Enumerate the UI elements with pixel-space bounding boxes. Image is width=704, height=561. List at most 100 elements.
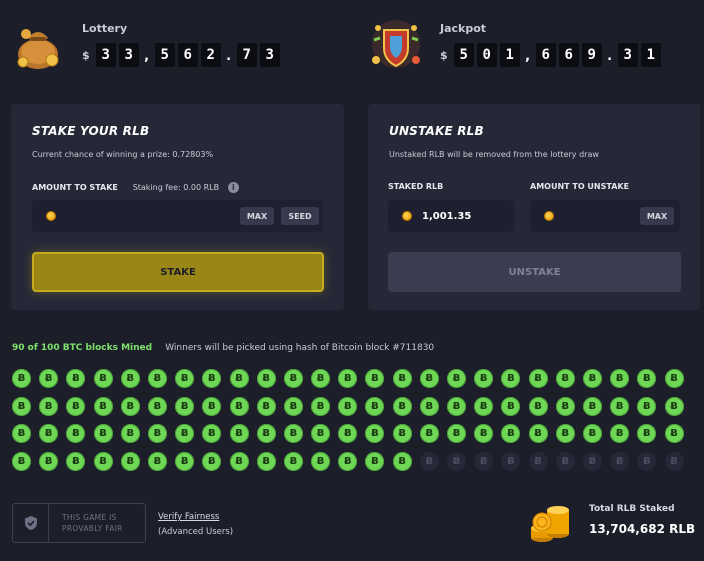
lottery-counter: Lottery $ 33,562.73 — [10, 16, 283, 72]
unstake-max-button[interactable]: MAX — [640, 207, 674, 225]
mined-block-icon: Ƀ — [283, 369, 303, 388]
mined-block-icon: Ƀ — [474, 424, 494, 443]
mined-block-icon: Ƀ — [39, 396, 59, 416]
verify-fairness-link[interactable]: Verify Fairness — [158, 510, 233, 525]
mined-block-icon: Ƀ — [256, 369, 276, 388]
mined-block-icon: Ƀ — [229, 369, 249, 388]
counter-digit: 5 — [154, 43, 175, 67]
mined-block-icon: Ƀ — [610, 424, 630, 443]
counter-digit: 3 — [118, 43, 139, 67]
stake-button[interactable]: STAKE — [32, 252, 324, 292]
shield-check-icon — [13, 504, 49, 542]
mined-block-icon: Ƀ — [338, 424, 358, 443]
mined-block-icon: Ƀ — [474, 396, 494, 416]
mined-block-icon: Ƀ — [120, 424, 140, 443]
stake-amount-input[interactable]: MAX SEED — [32, 200, 323, 232]
mined-block-icon: Ƀ — [365, 369, 385, 388]
stake-max-button[interactable]: MAX — [240, 207, 274, 225]
staked-rlb-display: 1,001.35 — [388, 200, 514, 232]
mined-block-icon: Ƀ — [175, 424, 195, 443]
mined-block-icon: Ƀ — [229, 396, 249, 416]
seed-button[interactable]: SEED — [281, 207, 319, 225]
info-icon[interactable]: i — [227, 182, 239, 193]
mined-block-icon: Ƀ — [664, 369, 684, 388]
mined-block-icon: Ƀ — [202, 424, 222, 443]
mined-block-icon: Ƀ — [283, 451, 303, 471]
block-row: ɃɃɃɃɃɃɃɃɃɃɃɃɃɃɃɃɃɃɃɃɃɃɃɃɃ — [12, 424, 692, 445]
mined-block-icon: Ƀ — [256, 396, 276, 416]
mined-block-icon: Ƀ — [93, 451, 113, 471]
mined-block-icon: Ƀ — [555, 396, 575, 416]
mined-block-icon: Ƀ — [120, 451, 140, 471]
counter-digit: 3 — [617, 43, 638, 67]
rlb-coin-icon — [46, 211, 56, 221]
mined-block-icon: Ƀ — [229, 424, 249, 443]
mined-block-icon: Ƀ — [582, 396, 602, 416]
unstake-panel: UNSTAKE RLB Unstaked RLB will be removed… — [368, 104, 700, 310]
mined-block-icon: Ƀ — [447, 424, 466, 443]
rlb-coin-icon — [544, 211, 554, 221]
total-staked-value: 13,704,682 RLB — [589, 522, 696, 536]
unstake-amount-input[interactable]: MAX — [530, 200, 680, 232]
stake-heading: STAKE YOUR RLB — [32, 124, 150, 138]
mined-block-icon: Ƀ — [283, 396, 303, 416]
mined-block-icon: Ƀ — [392, 424, 412, 443]
mined-block-icon: Ƀ — [66, 369, 86, 388]
mined-block-icon: Ƀ — [311, 396, 331, 416]
mined-block-icon: Ƀ — [66, 451, 86, 471]
digit-separator: . — [226, 49, 232, 64]
provably-fair-badge: THIS GAME IS PROVABLY FAIR — [12, 503, 146, 543]
pending-block-icon: Ƀ — [582, 451, 602, 471]
mined-block-icon: Ƀ — [637, 369, 657, 388]
currency-symbol: $ — [440, 48, 448, 62]
unstake-note: Unstaked RLB will be removed from the lo… — [389, 150, 599, 159]
mined-block-icon: Ƀ — [338, 451, 358, 471]
mined-block-icon: Ƀ — [229, 451, 249, 471]
pending-block-icon: Ƀ — [664, 451, 684, 471]
amount-label-text: AMOUNT TO STAKE — [32, 183, 118, 192]
mined-block-icon: Ƀ — [12, 424, 31, 443]
mined-block-icon: Ƀ — [474, 369, 494, 388]
mined-block-icon: Ƀ — [501, 369, 521, 388]
pending-block-icon: Ƀ — [528, 451, 548, 471]
jackpot-counter: Jackpot $ 501,669.31 — [368, 16, 664, 72]
verify-fairness: Verify Fairness (Advanced Users) — [158, 510, 233, 540]
counter-digit: 5 — [453, 43, 474, 67]
mined-block-icon: Ƀ — [12, 451, 31, 471]
mined-block-icon: Ƀ — [93, 369, 113, 388]
mined-block-icon: Ƀ — [256, 424, 276, 443]
mined-block-icon: Ƀ — [12, 369, 31, 388]
mined-block-icon: Ƀ — [311, 451, 331, 471]
digit-separator: , — [525, 49, 531, 64]
lottery-amount: $ 33,562.73 — [82, 43, 283, 67]
block-row: ɃɃɃɃɃɃɃɃɃɃɃɃɃɃɃɃɃɃɃɃɃɃɃɃɃ — [12, 396, 692, 418]
pending-block-icon: Ƀ — [555, 451, 575, 471]
unstake-button[interactable]: UNSTAKE — [388, 252, 681, 292]
mined-block-icon: Ƀ — [338, 369, 358, 388]
block-row: ɃɃɃɃɃɃɃɃɃɃɃɃɃɃɃɃɃɃɃɃɃɃɃɃɃ — [12, 451, 692, 473]
mined-block-icon: Ƀ — [501, 424, 521, 443]
mined-block-icon: Ƀ — [202, 369, 222, 388]
pending-block-icon: Ƀ — [610, 451, 630, 471]
btc-block-grid: ɃɃɃɃɃɃɃɃɃɃɃɃɃɃɃɃɃɃɃɃɃɃɃɃɃɃɃɃɃɃɃɃɃɃɃɃɃɃɃɃ… — [12, 369, 692, 479]
mined-block-icon: Ƀ — [447, 369, 466, 388]
mined-block-icon: Ƀ — [147, 396, 167, 416]
mined-block-icon: Ƀ — [12, 396, 31, 416]
jackpot-title: Jackpot — [440, 22, 487, 35]
mined-block-icon: Ƀ — [610, 396, 630, 416]
mined-block-icon: Ƀ — [528, 396, 548, 416]
mined-block-icon: Ƀ — [447, 396, 466, 416]
mined-block-icon: Ƀ — [202, 396, 222, 416]
coin-stack-icon — [531, 506, 569, 542]
counter-digit: 6 — [177, 43, 198, 67]
money-bag-icon — [17, 29, 59, 69]
mined-block-icon: Ƀ — [528, 424, 548, 443]
mined-block-icon: Ƀ — [392, 369, 412, 388]
mined-block-icon: Ƀ — [175, 451, 195, 471]
jackpot-shield-icon — [372, 20, 420, 68]
unstake-heading: UNSTAKE RLB — [389, 124, 484, 138]
mined-block-icon: Ƀ — [147, 369, 167, 388]
pending-block-icon: Ƀ — [419, 451, 439, 471]
fair-line-2: PROVABLY FAIR — [62, 524, 123, 533]
counter-digit: 0 — [476, 43, 497, 67]
